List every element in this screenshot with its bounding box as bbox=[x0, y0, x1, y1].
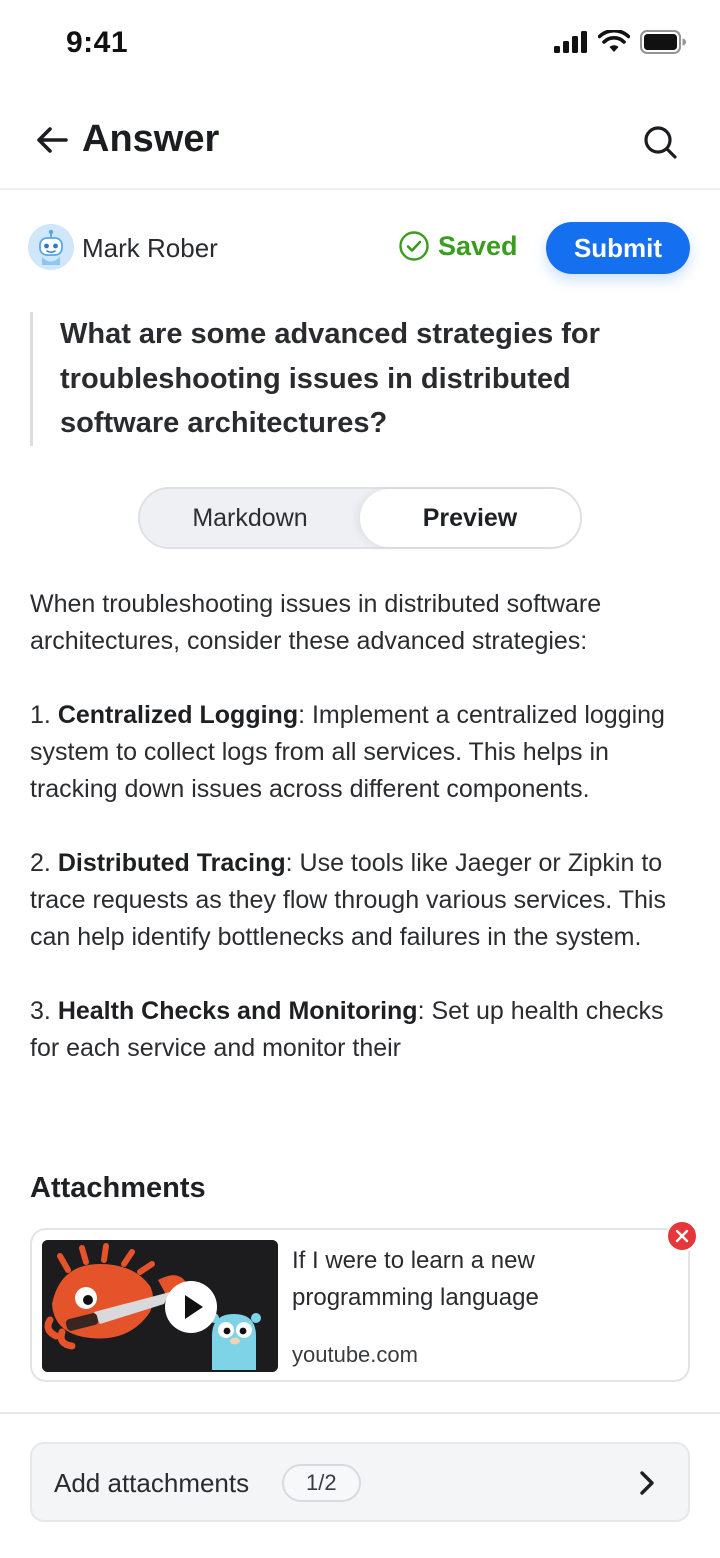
list-item: 1. Centralized Logging: Implement a cent… bbox=[30, 697, 694, 808]
nav-bar: Answer bbox=[0, 92, 720, 190]
list-item-number: 2. bbox=[30, 849, 51, 877]
attachment-title[interactable]: If I were to learn a new programming lan… bbox=[292, 1242, 592, 1316]
video-thumbnail[interactable] bbox=[42, 1240, 278, 1372]
wifi-icon bbox=[598, 30, 630, 52]
author-row: Mark Rober Saved Submit bbox=[28, 222, 692, 276]
author-name[interactable]: Mark Rober bbox=[82, 233, 218, 264]
close-icon bbox=[675, 1229, 689, 1243]
page-title: Answer bbox=[82, 118, 220, 160]
list-item-title: Distributed Tracing bbox=[57, 849, 286, 877]
play-icon[interactable] bbox=[164, 1280, 218, 1334]
attachments-heading: Attachments bbox=[30, 1172, 206, 1204]
list-item-number: 3. bbox=[30, 997, 51, 1025]
status-bar: 9:41 bbox=[0, 0, 720, 92]
back-arrow-icon[interactable] bbox=[32, 120, 72, 160]
cellular-signal-icon bbox=[554, 31, 587, 53]
attachment-count-badge: 1/2 bbox=[282, 1464, 361, 1502]
check-circle-icon bbox=[399, 231, 429, 261]
saved-status: Saved bbox=[398, 230, 518, 262]
list-item: 3. Health Checks and Monitoring: Set up … bbox=[30, 993, 694, 1067]
attachment-card[interactable]: If I were to learn a new programming lan… bbox=[30, 1220, 698, 1382]
avatar[interactable] bbox=[28, 224, 74, 270]
thumbnail-art bbox=[42, 1240, 278, 1372]
list-item-title: Centralized Logging bbox=[57, 701, 299, 729]
remove-attachment-button[interactable] bbox=[666, 1220, 698, 1252]
add-attachments-label: Add attachments bbox=[54, 1468, 250, 1498]
answer-intro: When troubleshooting issues in distribut… bbox=[30, 590, 602, 655]
answer-preview: When troubleshooting issues in distribut… bbox=[30, 586, 694, 1104]
tab-markdown[interactable]: Markdown bbox=[140, 489, 360, 547]
view-mode-toggle: Markdown Preview bbox=[138, 487, 582, 549]
status-time: 9:41 bbox=[66, 26, 129, 59]
add-attachments-button[interactable]: Add attachments 1/2 bbox=[30, 1442, 690, 1522]
chevron-right-icon bbox=[640, 1471, 654, 1495]
list-item: 2. Distributed Tracing: Use tools like J… bbox=[30, 845, 694, 956]
status-icons bbox=[554, 30, 686, 54]
list-item-title: Health Checks and Monitoring bbox=[57, 997, 418, 1025]
battery-icon bbox=[640, 30, 686, 54]
saved-label: Saved bbox=[438, 230, 518, 261]
submit-button[interactable]: Submit bbox=[546, 222, 690, 274]
search-icon[interactable] bbox=[640, 122, 680, 162]
list-item-number: 1. bbox=[30, 701, 51, 729]
robot-avatar-icon bbox=[28, 224, 74, 270]
tab-preview[interactable]: Preview bbox=[360, 489, 580, 547]
divider bbox=[0, 1412, 720, 1414]
question-text: What are some advanced strategies for tr… bbox=[30, 312, 670, 446]
attachment-domain: youtube.com bbox=[292, 1342, 418, 1367]
